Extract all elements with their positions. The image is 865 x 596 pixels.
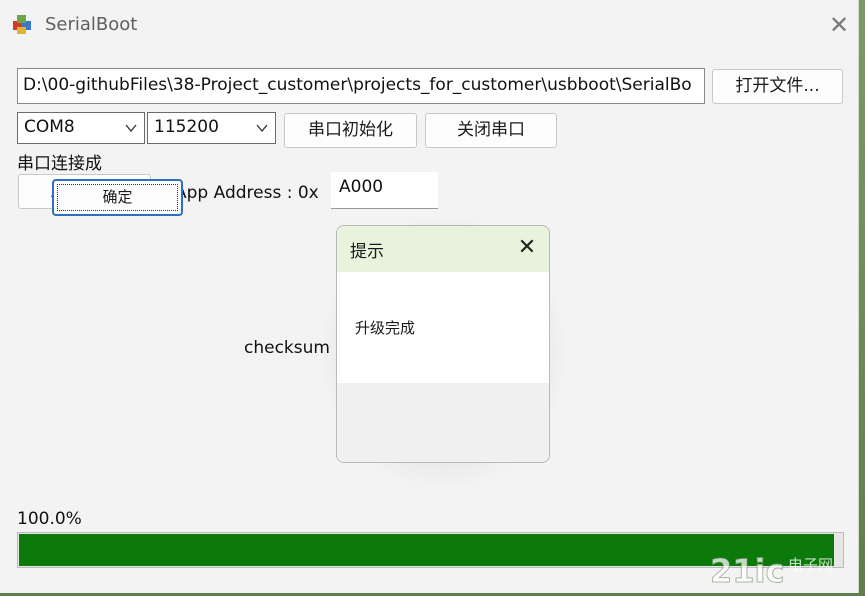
window-title: SerialBoot: [45, 14, 138, 35]
focus-rectangle: [57, 184, 178, 211]
baud-select-value: 115200: [154, 117, 219, 137]
dialog-title: 提示: [350, 242, 384, 262]
app-cube-icon: [13, 15, 31, 34]
dialog-close-icon[interactable]: ✕: [513, 234, 541, 262]
svg-text:21ic: 21ic: [710, 552, 784, 590]
baud-select[interactable]: 115200: [147, 112, 276, 144]
message-dialog: 提示 ✕ 升级完成: [336, 225, 550, 463]
chevron-down-icon: [125, 124, 137, 133]
serial-init-button[interactable]: 串口初始化: [284, 113, 417, 148]
window-close-button[interactable]: ✕: [822, 8, 856, 42]
serial-status-text: 串口连接成: [17, 154, 102, 174]
dialog-message: 升级完成: [355, 319, 416, 337]
app-address-label: App Address : 0x: [175, 183, 319, 203]
dialog-ok-button[interactable]: 确定: [52, 179, 183, 216]
progress-percent-text: 100.0%: [17, 509, 82, 529]
svg-text:电子网: 电子网: [788, 556, 833, 574]
title-bar[interactable]: SerialBoot ✕: [0, 0, 858, 50]
chevron-down-icon: [256, 124, 268, 133]
port-select-value: COM8: [24, 117, 75, 137]
app-address-input[interactable]: A000: [331, 172, 438, 209]
site-watermark-logo: 21ic 电子网: [710, 552, 834, 591]
open-file-button[interactable]: 打开文件...: [712, 69, 843, 104]
serial-close-button[interactable]: 关闭串口: [425, 113, 557, 148]
port-select[interactable]: COM8: [17, 112, 145, 144]
file-path-field[interactable]: D:\00-githubFiles\38-Project_customer\pr…: [17, 68, 705, 104]
dialog-footer: [337, 383, 549, 462]
dialog-title-bar[interactable]: 提示 ✕: [337, 226, 549, 272]
